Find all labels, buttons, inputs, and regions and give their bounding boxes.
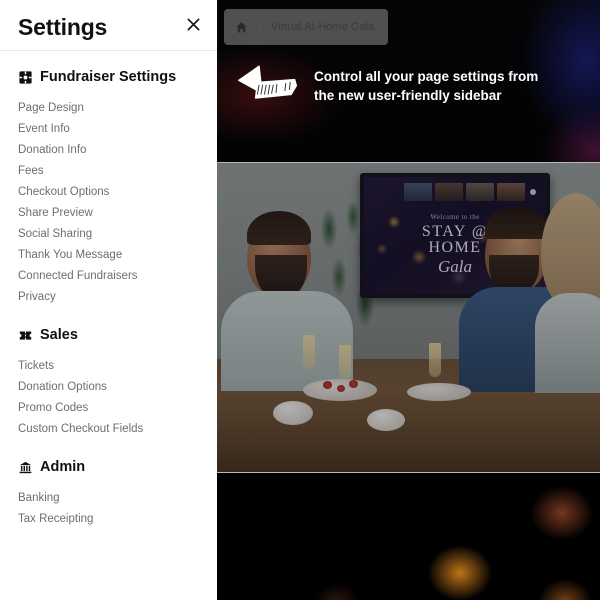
nav-group-label: Admin xyxy=(40,459,86,475)
photo-food xyxy=(323,381,332,389)
photo-food xyxy=(349,380,358,388)
callout-text: Control all your page settings from the … xyxy=(314,67,538,105)
sidebar-header: Settings xyxy=(0,0,217,51)
page-title: Settings xyxy=(18,14,108,40)
bank-icon xyxy=(18,460,32,474)
sidebar-item-fees[interactable]: Fees xyxy=(0,160,217,181)
tv-tile xyxy=(497,183,525,201)
sidebar-item-thank-you-message[interactable]: Thank You Message xyxy=(0,244,217,265)
photo-bowl xyxy=(273,401,313,425)
close-icon[interactable] xyxy=(181,12,205,36)
sidebar-item-checkout-options[interactable]: Checkout Options xyxy=(0,181,217,202)
sidebar-item-share-preview[interactable]: Share Preview xyxy=(0,202,217,223)
gear-icon xyxy=(18,70,32,84)
photo-person-right-body xyxy=(535,293,600,393)
sidebar-item-tax-receipting[interactable]: Tax Receipting xyxy=(0,508,217,529)
sidebar-callout: Control all your page settings from the … xyxy=(236,62,538,109)
sidebar-item-event-info[interactable]: Event Info xyxy=(0,118,217,139)
photo-champagne-glass xyxy=(429,343,441,377)
nav-group-fundraiser-settings: Fundraiser Settings Page Design Event In… xyxy=(0,69,217,307)
hero-bottom-backdrop xyxy=(217,473,600,600)
settings-overlay-screen: Welcome to the STAY @ HOME Gala Virtual … xyxy=(0,0,600,600)
sidebar-nav: Fundraiser Settings Page Design Event In… xyxy=(0,51,217,529)
sidebar-item-privacy[interactable]: Privacy xyxy=(0,286,217,307)
nav-group-label: Sales xyxy=(40,327,78,343)
nav-group-header: Sales xyxy=(0,327,217,343)
photo-food xyxy=(337,385,345,392)
nav-group-header: Admin xyxy=(0,459,217,475)
breadcrumb-divider xyxy=(260,17,261,37)
sidebar-item-page-design[interactable]: Page Design xyxy=(0,97,217,118)
ticket-icon xyxy=(18,328,32,342)
photo-champagne-glass xyxy=(303,335,315,369)
nav-group-sales: Sales Tickets Donation Options Promo Cod… xyxy=(0,327,217,439)
tv-tile-dot xyxy=(530,189,536,195)
sidebar-item-social-sharing[interactable]: Social Sharing xyxy=(0,223,217,244)
home-icon xyxy=(224,21,258,34)
sidebar-item-connected-fundraisers[interactable]: Connected Fundraisers xyxy=(0,265,217,286)
nav-group-label: Fundraiser Settings xyxy=(40,69,177,85)
sidebar-item-donation-options[interactable]: Donation Options xyxy=(0,376,217,397)
nav-group-admin: Admin Banking Tax Receipting xyxy=(0,459,217,529)
event-photo: Welcome to the STAY @ HOME Gala xyxy=(217,162,600,473)
sidebar-item-tickets[interactable]: Tickets xyxy=(0,355,217,376)
tv-tile xyxy=(466,183,494,201)
photo-person-left-body xyxy=(221,291,353,391)
sidebar-item-banking[interactable]: Banking xyxy=(0,487,217,508)
tv-tile xyxy=(404,183,432,201)
callout-line-2: the new user-friendly sidebar xyxy=(314,87,502,103)
sidebar-item-custom-checkout-fields[interactable]: Custom Checkout Fields xyxy=(0,418,217,439)
tv-tile xyxy=(435,183,463,201)
settings-sidebar: Settings Fundraiser Settings Page Design… xyxy=(0,0,217,600)
sidebar-item-donation-info[interactable]: Donation Info xyxy=(0,139,217,160)
breadcrumb[interactable]: Virtual At-Home Gala xyxy=(224,9,389,45)
nav-group-header: Fundraiser Settings xyxy=(0,69,217,85)
photo-champagne-glass xyxy=(339,345,351,379)
photo-plate xyxy=(407,383,471,401)
breadcrumb-label: Virtual At-Home Gala xyxy=(271,21,375,33)
hand-drawn-arrow-left-icon xyxy=(236,62,300,109)
tv-participant-tiles xyxy=(404,183,536,201)
callout-line-1: Control all your page settings from xyxy=(314,68,539,84)
sidebar-item-promo-codes[interactable]: Promo Codes xyxy=(0,397,217,418)
photo-bowl xyxy=(367,409,405,431)
